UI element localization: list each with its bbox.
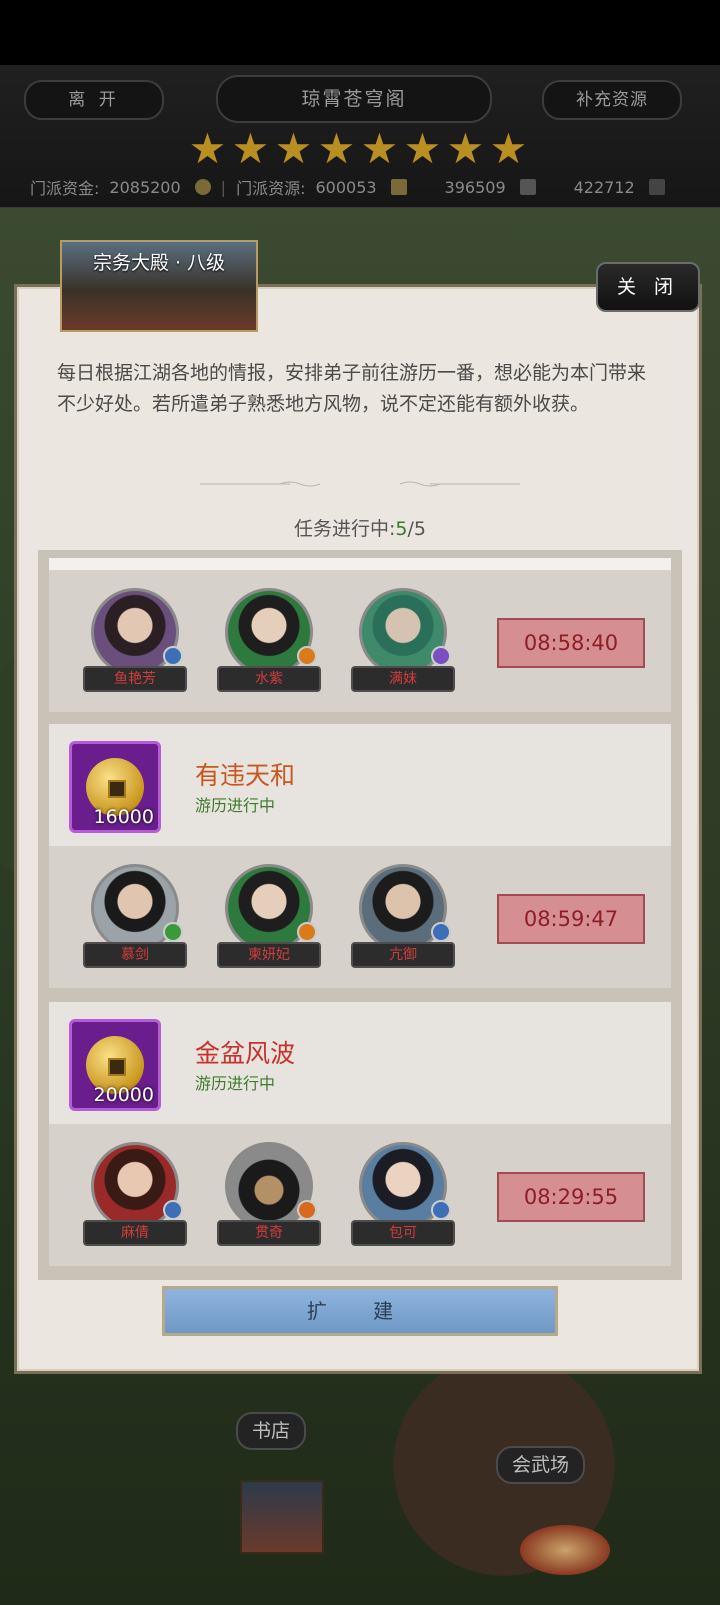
star-icon: ★: [317, 124, 356, 173]
hero-slot[interactable]: 包可: [351, 1142, 455, 1246]
expand-button[interactable]: 扩 建: [162, 1286, 558, 1336]
hero-slot[interactable]: 亢御: [351, 864, 455, 968]
class-badge-icon: [163, 646, 183, 666]
class-badge-icon: [297, 1200, 317, 1220]
mission-header[interactable]: 16000 有违天和 游历进行中: [49, 724, 671, 846]
hero-name: 鱼艳芳: [83, 666, 187, 692]
mission-timer: 08:58:40: [497, 618, 645, 668]
sect-resource-label: 门派资源:: [236, 179, 306, 198]
bookstore-label[interactable]: 书店: [236, 1412, 307, 1450]
hero-slot[interactable]: 鱼艳芳: [83, 588, 187, 692]
class-badge-icon: [297, 922, 317, 942]
hall-banner-image: 宗务大殿 · 八级: [60, 240, 258, 332]
mission-timer: 08:29:55: [497, 1172, 645, 1222]
progress-label: 任务进行中:: [294, 518, 396, 540]
mission-title: 金盆风波: [195, 1039, 296, 1068]
star-icon: ★: [274, 124, 313, 173]
hero-name: 亢御: [351, 942, 455, 968]
mission-title: 有违天和: [195, 761, 296, 790]
hero-name: 水紫: [217, 666, 321, 692]
class-badge-icon: [431, 1200, 451, 1220]
hero-name: 柬妍妃: [217, 942, 321, 968]
sect-title: 琼霄苍穹阁: [216, 75, 492, 123]
hero-slot[interactable]: 柬妍妃: [217, 864, 321, 968]
reward-amount: 16000: [93, 806, 154, 828]
sect-funds-value: 2085200: [109, 177, 181, 197]
mission-status: 游历进行中: [195, 796, 276, 815]
mission-row: 鱼艳芳 水紫 满妹 08:58:40: [49, 570, 671, 712]
mission-header[interactable]: 20000 金盆风波 游历进行中: [49, 1002, 671, 1124]
star-icon: ★: [489, 124, 528, 173]
status-bar-area: [0, 0, 720, 65]
mission-timer: 08:59:47: [497, 894, 645, 944]
reward-item[interactable]: 16000: [69, 741, 161, 833]
sect-star-rating: ★ ★ ★ ★ ★ ★ ★ ★: [188, 124, 528, 173]
star-icon: ★: [403, 124, 442, 173]
mission-row: 麻倩 贯奇 包可 08:29:55: [49, 1124, 671, 1266]
hero-name: 满妹: [351, 666, 455, 692]
coin-icon: [194, 179, 211, 195]
reward-amount: 20000: [93, 1084, 154, 1106]
ornament-divider: [200, 481, 520, 487]
class-badge-icon: [431, 646, 451, 666]
hero-slot[interactable]: 满妹: [351, 588, 455, 692]
class-badge-icon: [431, 922, 451, 942]
divider: |: [220, 177, 227, 197]
hero-name: 麻倩: [83, 1220, 187, 1246]
progress-done: 5: [395, 518, 408, 540]
tool-icon: [519, 179, 536, 195]
bookstore-building[interactable]: [240, 1480, 324, 1554]
leave-button[interactable]: 离 开: [24, 80, 164, 120]
arena-label[interactable]: 会武场: [496, 1446, 586, 1484]
star-icon: ★: [188, 124, 227, 173]
hero-name: 慕剑: [83, 942, 187, 968]
mission-status: 游历进行中: [195, 1074, 276, 1093]
hero-name: 贯奇: [217, 1220, 321, 1246]
hero-slot[interactable]: 水紫: [217, 588, 321, 692]
hall-level-title: 宗务大殿 · 八级: [92, 252, 226, 274]
class-badge-icon: [297, 646, 317, 666]
star-icon: ★: [360, 124, 399, 173]
resource3-value: 422712: [573, 177, 635, 197]
hall-description: 每日根据江湖各地的情报，安排弟子前往游历一番，想必能为本门带来不少好处。若所遣弟…: [57, 362, 647, 415]
arena-building[interactable]: [520, 1525, 610, 1575]
hero-name: 包可: [351, 1220, 455, 1246]
resource2-value: 396509: [444, 177, 506, 197]
star-icon: ★: [231, 124, 270, 173]
reward-item[interactable]: 20000: [69, 1019, 161, 1111]
hero-slot[interactable]: 慕剑: [83, 864, 187, 968]
star-icon: ★: [446, 124, 485, 173]
class-badge-icon: [163, 922, 183, 942]
resource-icon: [390, 179, 407, 195]
resource-bar: 门派资金: 2085200 | 门派资源: 600053 396509 4227…: [30, 173, 690, 201]
mission-progress: 任务进行中:5/5: [0, 514, 720, 541]
sect-resource-value: 600053: [315, 177, 377, 197]
class-badge-icon: [163, 1200, 183, 1220]
mission-row: 慕剑 柬妍妃 亢御 08:59:47: [49, 846, 671, 988]
material-icon: [648, 179, 665, 195]
progress-total: /5: [407, 518, 427, 540]
supply-resources-button[interactable]: 补充资源: [542, 80, 682, 120]
sect-funds-label: 门派资金:: [30, 179, 100, 198]
header: 离 开 琼霄苍穹阁 补充资源 ★ ★ ★ ★ ★ ★ ★ ★ 门派资金: 208…: [0, 65, 720, 208]
hero-slot[interactable]: 贯奇: [217, 1142, 321, 1246]
hero-slot[interactable]: 麻倩: [83, 1142, 187, 1246]
mission-head-partial: [49, 558, 671, 570]
close-button[interactable]: 关 闭: [596, 262, 700, 312]
